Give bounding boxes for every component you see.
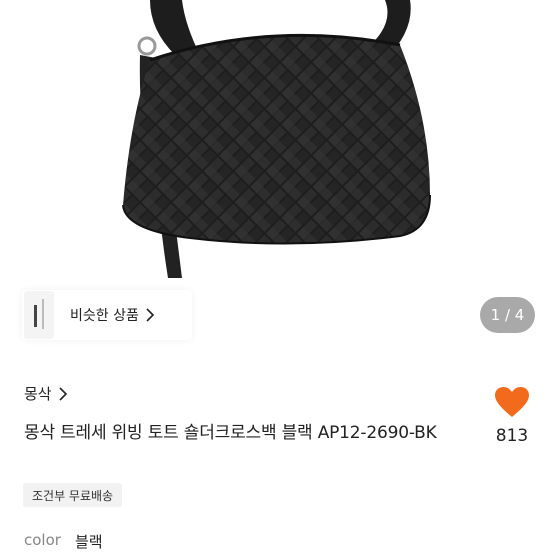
like-button[interactable]: 813	[492, 386, 532, 446]
shipping-badge: 조건부 무료배송	[23, 483, 123, 507]
heart-icon	[495, 387, 529, 417]
product-title: 몽삭 트레세 위빙 토트 숄더크로스백 블랙 AP12-2690-BK	[24, 423, 437, 443]
shop-name: 몽삭	[24, 385, 52, 403]
like-count: 813	[495, 426, 529, 446]
similar-products-label: 비슷한 상품	[70, 308, 139, 324]
chevron-right-icon	[146, 308, 154, 322]
similar-products-button[interactable]: 비슷한 상품	[22, 290, 192, 340]
bag-illustration	[122, 0, 431, 278]
similar-thumbnail	[24, 291, 54, 339]
color-option: color 블랙	[24, 531, 103, 552]
gallery-counter: 1 / 4	[480, 297, 535, 333]
option-key: color	[24, 531, 61, 549]
option-value: 블랙	[74, 533, 103, 551]
product-image[interactable]	[0, 0, 555, 278]
chevron-right-icon	[59, 386, 67, 401]
shop-link[interactable]: 몽삭	[24, 383, 68, 404]
